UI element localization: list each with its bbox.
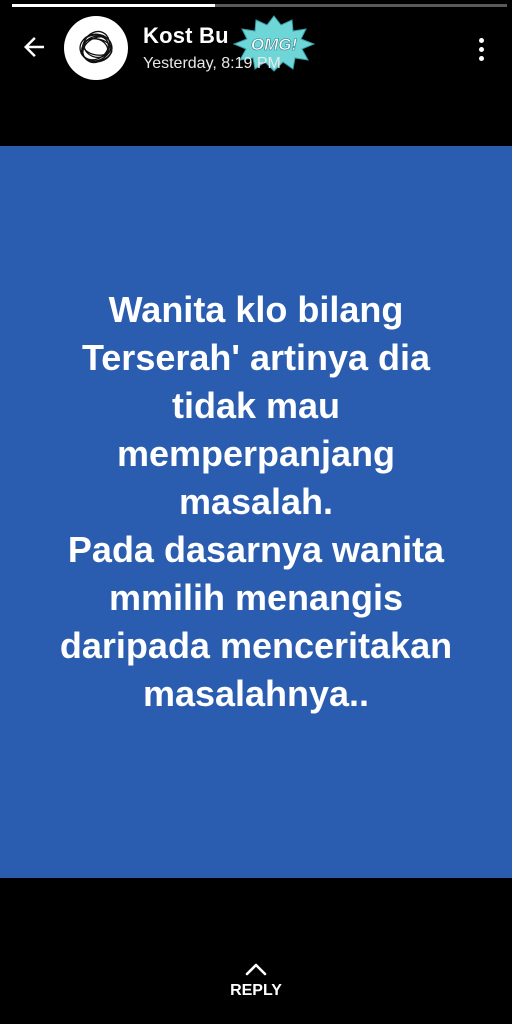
scribble-avatar-icon (79, 30, 113, 64)
reply-button[interactable]: REPLY (206, 962, 306, 1012)
arrow-left-icon (24, 37, 44, 57)
story-author: Kost Bu (143, 23, 229, 48)
more-vertical-icon (478, 37, 484, 43)
reply-label: REPLY (230, 982, 282, 999)
story-progress-bar (12, 4, 507, 7)
avatar[interactable] (64, 16, 128, 80)
more-options-button[interactable] (466, 32, 496, 66)
story-progress-fill (12, 4, 215, 7)
omg-sticker-text: OMG! (251, 35, 298, 54)
chevron-up-icon (245, 963, 267, 976)
back-button[interactable] (14, 30, 54, 64)
story-text: Wanita klo bilang Terserah' artinya dia … (59, 289, 453, 714)
story-timestamp: Yesterday, 8:19 PM (143, 55, 281, 72)
status-viewer: Kost Bu OMG! Yesterday, 8:19 PM Wanita k… (0, 0, 512, 1024)
story-header: Kost Bu OMG! Yesterday, 8:19 PM (0, 12, 512, 82)
story-content[interactable]: Wanita klo bilang Terserah' artinya dia … (0, 146, 512, 878)
